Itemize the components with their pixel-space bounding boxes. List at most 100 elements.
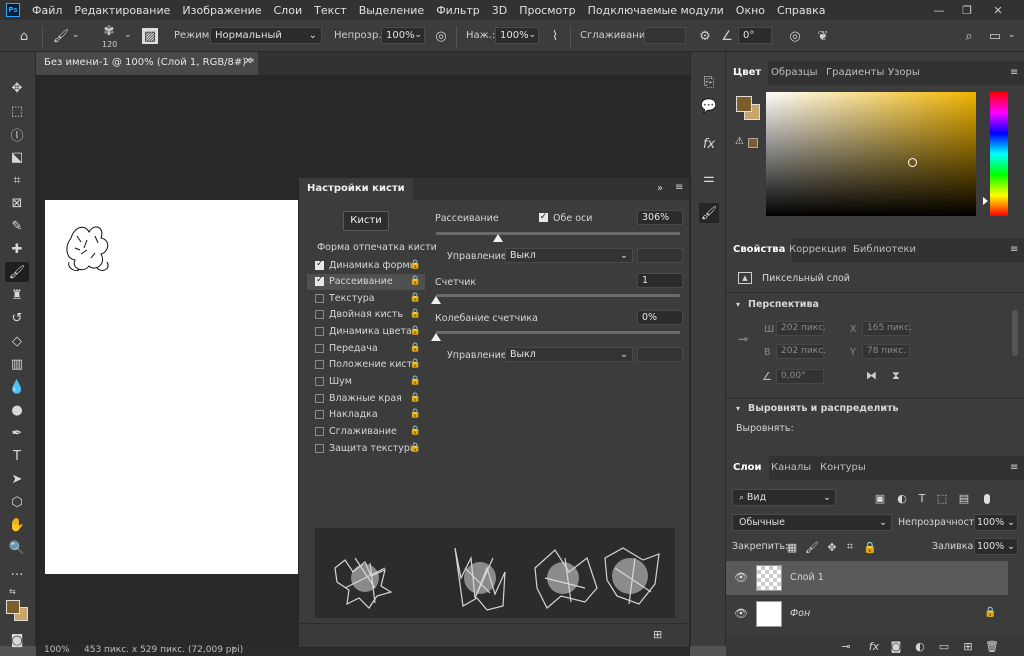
transform-section-header[interactable]: Перспектива: [748, 299, 819, 310]
panel-menu-icon[interactable]: ≡: [1010, 462, 1018, 473]
scatter-slider-thumb[interactable]: [493, 234, 504, 242]
swap-colors-icon[interactable]: ⇆: [9, 587, 16, 596]
flip-horizontal-icon[interactable]: ⧓: [866, 369, 877, 382]
flip-vertical-icon[interactable]: ⧗: [892, 369, 900, 383]
chevron-right-icon[interactable]: ›: [232, 644, 236, 654]
panel-title[interactable]: Настройки кисти: [299, 178, 413, 200]
checkbox[interactable]: [315, 410, 324, 419]
mode-select[interactable]: Нормальный ⌄: [210, 27, 322, 44]
lock-image-icon[interactable]: 🖌: [804, 539, 820, 555]
lock-icon[interactable]: 🔒: [410, 343, 421, 353]
panel-menu-icon[interactable]: ≡: [675, 182, 683, 193]
layer-name[interactable]: Слой 1: [790, 572, 824, 583]
tab-channels[interactable]: Каналы: [764, 456, 818, 480]
count-jitter-slider-thumb[interactable]: [431, 333, 441, 341]
angle-input[interactable]: 0,00°: [776, 369, 824, 384]
layer-opacity-input[interactable]: 100% ⌄: [974, 514, 1018, 531]
history-panel-icon[interactable]: ⎘: [699, 72, 719, 92]
restore-button[interactable]: ❐: [953, 0, 981, 20]
checkbox[interactable]: [315, 377, 324, 386]
layer-filter-select[interactable]: ⌕ Вид ⌄: [732, 489, 836, 506]
lock-icon[interactable]: 🔒: [410, 359, 421, 369]
layer-mask-icon[interactable]: ◙: [888, 638, 904, 654]
smoothing-input[interactable]: [644, 27, 686, 44]
panel-menu-icon[interactable]: ≡: [1010, 244, 1018, 255]
filter-toggle-icon[interactable]: [984, 494, 990, 504]
zoom-level[interactable]: 100%: [44, 645, 70, 655]
checkbox[interactable]: [315, 294, 324, 303]
home-icon[interactable]: ⌂: [15, 27, 33, 45]
brush-tool-icon[interactable]: 🖌: [52, 27, 70, 45]
angle-input[interactable]: 0°: [738, 27, 772, 44]
menu-edit[interactable]: Редактирование: [68, 4, 176, 17]
menu-window[interactable]: Окно: [730, 4, 771, 17]
hue-slider[interactable]: [990, 92, 1008, 216]
count-slider-track[interactable]: [436, 294, 680, 297]
hue-slider-thumb[interactable]: [983, 197, 988, 205]
color-picker-cursor[interactable]: [908, 158, 917, 167]
option-texture[interactable]: Текстура 🔒: [307, 291, 425, 307]
comments-panel-icon[interactable]: 💬: [699, 96, 719, 116]
crop-tool-icon[interactable]: ⌗: [5, 170, 29, 190]
color-picker-field[interactable]: [766, 92, 976, 216]
brush-tool-icon[interactable]: 🖌: [5, 262, 29, 282]
pen-tool-icon[interactable]: ✒: [5, 423, 29, 443]
lock-icon[interactable]: 🔒: [410, 293, 421, 303]
lock-icon[interactable]: 🔒: [410, 309, 421, 319]
lasso-tool-icon[interactable]: ⓛ: [5, 124, 29, 144]
option-wet-edges[interactable]: Влажные края 🔒: [307, 391, 425, 407]
zoom-tool-icon[interactable]: 🔍: [5, 538, 29, 558]
adjustment-layer-icon[interactable]: ◐: [912, 638, 928, 654]
collapse-icon[interactable]: »: [657, 183, 663, 194]
menu-plugins[interactable]: Подключаемые модули: [582, 4, 730, 17]
healing-tool-icon[interactable]: ✚: [5, 239, 29, 259]
adjustments-panel-icon[interactable]: ⚌: [699, 168, 719, 188]
layer-row-layer1[interactable]: 👁 Слой 1: [726, 561, 1008, 595]
option-transfer[interactable]: Передача 🔒: [307, 341, 425, 357]
gradient-tool-icon[interactable]: ▥: [5, 354, 29, 374]
search-icon[interactable]: ⌕: [960, 27, 978, 45]
option-noise[interactable]: Шум 🔒: [307, 374, 425, 390]
option-smoothing[interactable]: Сглаживание 🔒: [307, 424, 425, 440]
option-scattering[interactable]: Рассеивание 🔒: [307, 274, 425, 290]
visibility-eye-icon[interactable]: 👁: [734, 607, 748, 620]
out-of-gamut-swatch[interactable]: [748, 138, 758, 148]
control-select[interactable]: Выкл ⌄: [505, 248, 633, 263]
control2-select[interactable]: Выкл ⌄: [505, 347, 633, 362]
menu-help[interactable]: Справка: [771, 4, 831, 17]
link-icon[interactable]: ⊸: [738, 332, 748, 346]
brush-settings-panel-icon[interactable]: 🖌: [699, 203, 719, 223]
fill-input[interactable]: 100% ⌄: [974, 538, 1018, 555]
styles-panel-icon[interactable]: fx: [699, 134, 719, 154]
control-extra-input[interactable]: [637, 248, 683, 263]
scatter-slider-track[interactable]: [436, 232, 680, 235]
count-jitter-slider-track[interactable]: [436, 331, 680, 334]
chevron-down-icon[interactable]: ⌄: [1008, 30, 1016, 40]
marquee-tool-icon[interactable]: ⬚: [5, 101, 29, 121]
height-input[interactable]: 202 пикс.: [776, 344, 826, 359]
document-canvas[interactable]: [45, 200, 301, 574]
filter-type-icon[interactable]: T: [914, 490, 930, 506]
brush-tip-shape-header[interactable]: Форма отпечатка кисти: [307, 240, 437, 256]
checkbox[interactable]: [315, 427, 324, 436]
gear-icon[interactable]: ⚙: [696, 27, 714, 45]
tab-layers[interactable]: Слои: [726, 456, 769, 480]
option-protect-texture[interactable]: Защита текстуры 🔒: [307, 441, 425, 457]
count-jitter-input[interactable]: 0%: [637, 310, 683, 325]
menu-select[interactable]: Выделение: [353, 4, 431, 17]
lock-icon[interactable]: 🔒: [410, 443, 421, 453]
document-tab[interactable]: Без имени-1 @ 100% (Слой 1, RGB/8#) * ✕: [36, 52, 258, 75]
warning-icon[interactable]: ⚠: [735, 136, 744, 147]
tab-libraries[interactable]: Библиотеки: [846, 238, 923, 262]
lock-icon[interactable]: 🔒: [410, 276, 421, 286]
filter-shape-icon[interactable]: ⬚: [934, 490, 950, 506]
lock-position-icon[interactable]: ✥: [824, 539, 840, 555]
checkbox[interactable]: [315, 259, 324, 270]
close-button[interactable]: ✕: [984, 0, 1012, 20]
lock-icon[interactable]: 🔒: [410, 393, 421, 403]
frame-tool-icon[interactable]: ⊠: [5, 193, 29, 213]
tab-color[interactable]: Цвет: [726, 61, 769, 85]
chevron-down-icon[interactable]: ⌄: [72, 30, 80, 40]
filter-smart-object-icon[interactable]: ▤: [956, 490, 972, 506]
lock-icon[interactable]: 🔒: [410, 376, 421, 386]
